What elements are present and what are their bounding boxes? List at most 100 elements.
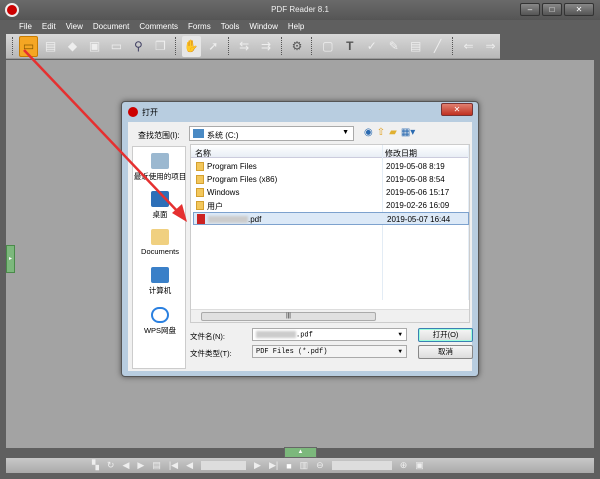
scrollbar-thumb[interactable]: ||| (201, 312, 376, 321)
menu-comments[interactable]: Comments (134, 20, 183, 34)
fit-page-icon[interactable]: ▣ (415, 460, 424, 471)
file-type-value: PDF Files (*.pdf) (256, 348, 328, 356)
zoom-input[interactable] (331, 461, 392, 470)
file-name: 用户 (207, 202, 223, 211)
scan-icon[interactable]: ▭ (107, 36, 126, 57)
column-name[interactable]: 名称 (195, 148, 211, 159)
import-icon[interactable]: ⇐ (459, 36, 478, 57)
place-recent[interactable]: 最近使用的项目 (133, 153, 187, 182)
folder-icon (196, 162, 204, 171)
menu-tools[interactable]: Tools (216, 20, 245, 34)
export-icon[interactable]: ⇒ (481, 36, 500, 57)
line-tool-icon[interactable]: ╱ (428, 36, 447, 57)
form-icon[interactable]: ▤ (406, 36, 425, 57)
dialog-close-button[interactable]: ✕ (441, 103, 473, 116)
minimize-button[interactable]: – (520, 3, 540, 16)
file-type-select[interactable]: PDF Files (*.pdf) ▼ (252, 345, 407, 358)
zoom-out-icon[interactable]: ⊖ (316, 460, 324, 471)
toolbar-separator (452, 37, 454, 55)
file-type-label: 文件类型(T): (190, 349, 232, 358)
drive-icon (193, 129, 204, 138)
up-folder-icon[interactable]: ⇧ (377, 127, 385, 138)
text-tool-icon[interactable]: T (340, 36, 359, 57)
place-label: 最近使用的项目 (133, 172, 187, 181)
zoom-in-icon[interactable]: ⊕ (400, 460, 408, 471)
menu-window[interactable]: Window (244, 20, 282, 34)
menu-help[interactable]: Help (283, 20, 309, 34)
list-item[interactable]: Windows 2019-05-06 15:17 (193, 186, 469, 199)
place-documents[interactable]: Documents (133, 229, 187, 256)
look-in-value: 系统 (C:) (207, 131, 239, 140)
column-date[interactable]: 修改日期 (385, 148, 417, 159)
toolbar-separator (311, 37, 313, 55)
folder-icon (196, 188, 204, 197)
file-name: .pdf (248, 215, 262, 224)
toolbar: ▭ ▤ ◆ ▣ ▭ ⚲ ❐ ✋ ➚ ⇆ ⇉ ⚙ ▢ T ✓ ✎ ▤ ╱ ⇐ ⇒ (6, 34, 500, 59)
look-in-select[interactable]: 系统 (C:) ▼ (189, 126, 354, 141)
file-name-input[interactable]: .pdf ▼ (252, 328, 407, 341)
print-icon[interactable]: ▣ (85, 36, 104, 57)
menu-forms[interactable]: Forms (183, 20, 216, 34)
close-button[interactable]: ✕ (564, 3, 594, 16)
single-page-icon[interactable]: ■ (286, 461, 291, 471)
place-label: 计算机 (148, 286, 172, 295)
list-header: 名称 修改日期 (191, 145, 469, 158)
page-layout-icon[interactable]: ▚ (92, 460, 99, 471)
continuous-icon[interactable]: ▥ (300, 460, 309, 471)
sign-icon[interactable]: ✓ (362, 36, 381, 57)
share-icon[interactable]: ◆ (63, 36, 82, 57)
file-name-value: .pdf (296, 331, 313, 340)
file-date: 2019-05-08 8:19 (386, 162, 445, 171)
dialog-title: 打开 (142, 108, 158, 117)
copy-icon[interactable]: ❐ (151, 36, 170, 57)
place-label: WPS网盘 (143, 326, 177, 335)
prev-page-icon[interactable]: ◀ (186, 460, 193, 471)
folder-icon (196, 175, 204, 184)
open-file-dialog: 打开 ✕ 查找范围(I): 系统 (C:) ▼ ◉ ⇧ ▰ ▦▾ 最近使用的项目… (121, 101, 479, 377)
back-icon[interactable]: ◀ (122, 460, 129, 471)
new-folder-icon[interactable]: ▰ (389, 127, 397, 138)
next-view-icon[interactable]: ⇉ (257, 36, 276, 57)
place-computer[interactable]: 计算机 (133, 267, 187, 296)
file-date: 2019-05-06 15:17 (386, 188, 450, 197)
select-arrow-icon[interactable]: ➚ (204, 36, 223, 57)
view-menu-icon[interactable]: ▦▾ (401, 127, 415, 138)
folder-icon (196, 201, 204, 210)
chevron-down-icon: ▼ (398, 331, 402, 338)
back-icon[interactable]: ◉ (364, 127, 373, 138)
last-page-icon[interactable]: ▶| (269, 460, 278, 471)
menu-edit[interactable]: Edit (37, 20, 61, 34)
list-item[interactable]: Program Files 2019-05-08 8:19 (193, 160, 469, 173)
page-number-input[interactable] (201, 461, 247, 470)
horizontal-scrollbar[interactable]: ||| (191, 309, 469, 322)
side-panel-toggle[interactable]: ▸ (6, 245, 15, 273)
forward-icon[interactable]: ▶ (137, 460, 144, 471)
note-icon[interactable]: ▢ (318, 36, 337, 57)
list-item[interactable]: 用户 2019-02-26 16:09 (193, 199, 469, 212)
bottom-panel-toggle[interactable]: ▲ (284, 447, 317, 458)
cancel-button[interactable]: 取消 (418, 345, 473, 359)
menu-document[interactable]: Document (88, 20, 134, 34)
place-desktop[interactable]: 桌面 (133, 191, 187, 220)
look-in-label: 查找范围(I): (138, 131, 180, 140)
first-page-icon[interactable]: |◀ (169, 460, 178, 471)
list-item[interactable]: Program Files (x86) 2019-05-08 8:54 (193, 173, 469, 186)
previous-view-icon[interactable]: ⇆ (235, 36, 254, 57)
open-button[interactable]: 打开(O) (418, 328, 473, 342)
place-wps-cloud[interactable]: WPS网盘 (133, 307, 187, 336)
list-item-selected[interactable]: .pdf 2019-05-07 16:44 (193, 212, 469, 225)
menu-view[interactable]: View (61, 20, 88, 34)
rotate-icon[interactable]: ↻ (107, 460, 115, 471)
save-icon[interactable]: ▤ (41, 36, 60, 57)
stamp-icon[interactable]: ✎ (384, 36, 403, 57)
menu-file[interactable]: File (14, 20, 37, 34)
next-page-icon[interactable]: ▶ (254, 460, 261, 471)
settings-icon[interactable]: ⚙ (287, 36, 306, 57)
hand-tool-icon[interactable]: ✋ (181, 35, 201, 57)
maximize-button[interactable]: □ (542, 3, 562, 16)
search-icon[interactable]: ⚲ (129, 36, 148, 57)
open-folder-icon[interactable]: ▭ (18, 35, 39, 57)
page-mode-icon[interactable]: ▤ (152, 460, 161, 471)
toolbar-separator (12, 37, 14, 55)
blurred-filename (256, 331, 296, 338)
